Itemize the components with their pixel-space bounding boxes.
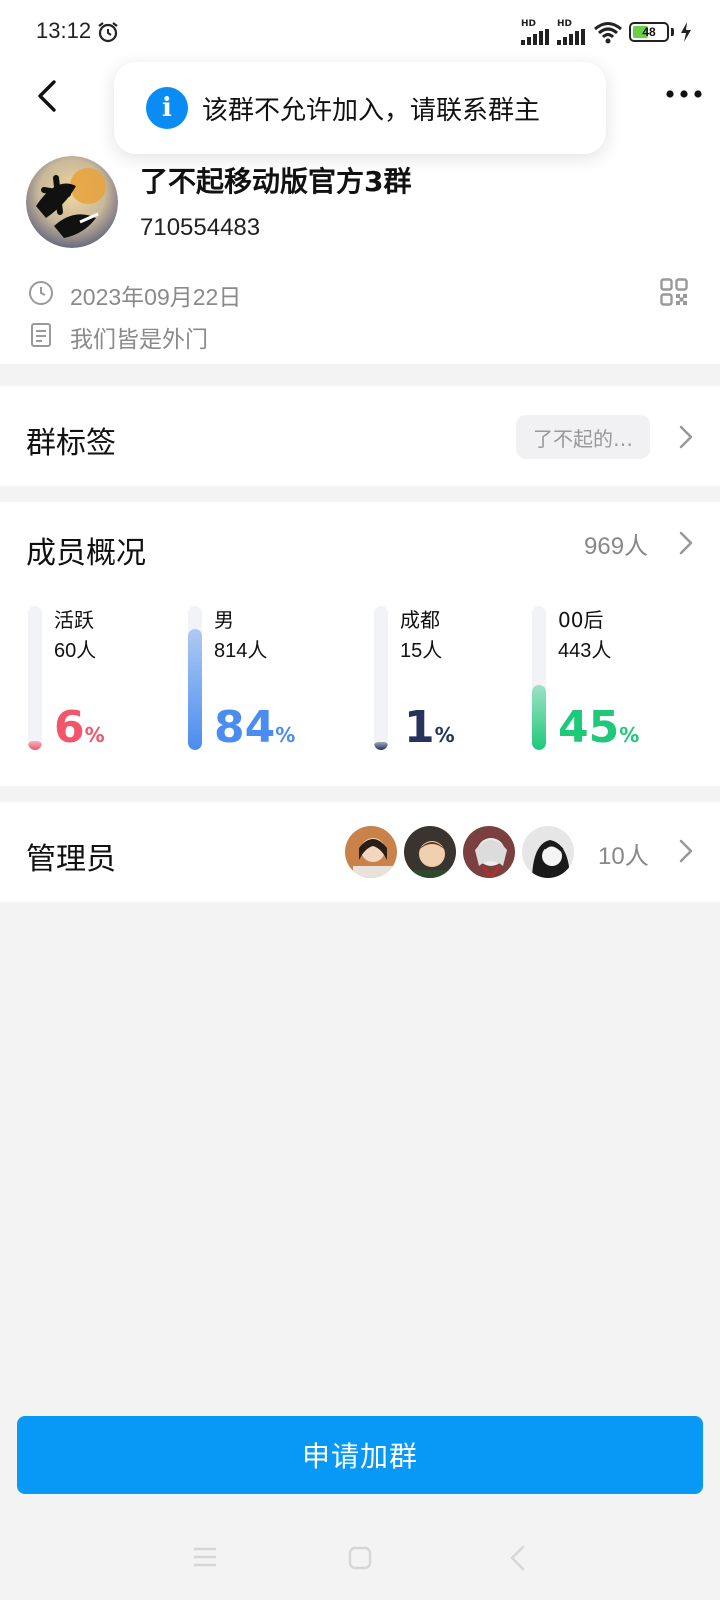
toast: i 该群不允许加入，请联系群主	[114, 62, 606, 154]
wifi-icon	[594, 22, 622, 44]
group-avatar[interactable]	[26, 156, 118, 248]
male-stat-bar	[188, 606, 202, 750]
signal-1-icon: HD	[521, 19, 551, 45]
active-stat-bar	[28, 606, 42, 750]
more-options-icon[interactable]	[664, 86, 704, 102]
battery-icon: 48	[629, 22, 669, 42]
male-stat-label: 男	[214, 608, 234, 632]
city-stat-percent: 1%	[404, 702, 455, 753]
created-date: 2023年09月22日	[70, 284, 242, 310]
age-stat-label: 00后	[558, 608, 604, 632]
group-name: 了不起移动版官方3群	[140, 165, 412, 198]
male-stat-count: 814人	[214, 640, 268, 662]
city-stat-label: 成都	[400, 608, 440, 632]
nav-home-icon[interactable]	[348, 1546, 372, 1570]
group-tags-title: 群标签	[26, 426, 116, 461]
document-icon	[31, 323, 51, 347]
admins-count: 10人	[598, 843, 649, 870]
admin-avatar[interactable]	[343, 824, 399, 880]
back-arrow-icon[interactable]	[32, 78, 64, 114]
info-icon: i	[146, 87, 188, 129]
active-stat-percent: 6%	[54, 702, 105, 753]
group-description: 我们皆是外门	[70, 327, 208, 353]
join-group-button[interactable]: 申请加群	[17, 1416, 703, 1494]
toast-message: 该群不允许加入，请联系群主	[202, 95, 541, 126]
active-stat-label: 活跃	[54, 608, 94, 632]
admins-title: 管理员	[26, 842, 116, 877]
nav-menu-icon[interactable]	[192, 1546, 218, 1568]
chevron-right-icon[interactable]	[678, 424, 694, 450]
admin-avatar[interactable]	[461, 824, 517, 880]
age-stat-percent: 45%	[558, 702, 640, 753]
chevron-right-icon[interactable]	[678, 530, 694, 556]
members-count: 969人	[584, 533, 649, 560]
charging-icon	[681, 22, 691, 42]
status-time: 13:12	[36, 18, 92, 43]
signal-2-icon: HD	[557, 19, 587, 45]
members-overview-title: 成员概况	[26, 536, 146, 571]
qr-code-icon[interactable]	[660, 278, 688, 306]
city-stat-count: 15人	[400, 640, 443, 662]
nav-back-icon[interactable]	[508, 1544, 526, 1572]
age-stat-bar	[532, 606, 546, 750]
alarm-icon	[98, 22, 118, 43]
battery-level: 48	[642, 25, 656, 39]
battery-tip	[671, 28, 674, 36]
chevron-right-icon[interactable]	[678, 838, 694, 864]
active-stat-count: 60人	[54, 640, 97, 662]
age-stat-count: 443人	[558, 640, 612, 662]
group-tag-chip[interactable]: 了不起的…	[516, 415, 650, 459]
admin-avatar[interactable]	[520, 824, 576, 880]
city-stat-bar	[374, 606, 388, 750]
status-icons: HD HD 48	[521, 18, 692, 46]
male-stat-percent: 84%	[214, 702, 296, 753]
group-id: 710554483	[140, 214, 261, 241]
admin-avatar[interactable]	[402, 824, 458, 880]
clock-icon	[29, 281, 53, 305]
